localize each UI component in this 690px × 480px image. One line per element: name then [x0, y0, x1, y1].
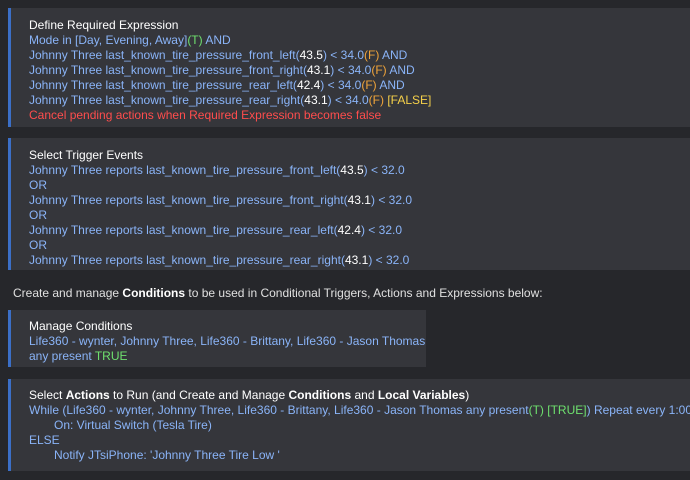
- event-threshold: ) < 32.0: [363, 163, 405, 177]
- on-virtual-switch-action: On: Virtual Switch (Tesla Tire): [54, 418, 212, 432]
- condition-value: 42.4: [296, 78, 321, 92]
- event-text: Johnny Three reports last_known_tire_pre…: [29, 253, 345, 267]
- event-value: 43.5: [340, 163, 364, 177]
- actions-panel[interactable]: Select Actions to Run (and Create and Ma…: [8, 379, 690, 471]
- event-value: 42.4: [337, 223, 361, 237]
- event-threshold: ) < 32.0: [368, 253, 410, 267]
- actions-title-bold: Conditions: [288, 388, 352, 402]
- trigger-event-rear-left: Johnny Three reports last_known_tire_pre…: [29, 223, 690, 238]
- intro-text-start: Create and manage: [13, 286, 123, 300]
- trigger-event-rear-right: Johnny Three reports last_known_tire_pre…: [29, 253, 690, 268]
- intro-text-bold: Conditions: [122, 286, 186, 300]
- condition-join: AND: [376, 78, 405, 92]
- condition-join: AND: [386, 63, 415, 77]
- else-label: ELSE: [29, 433, 60, 447]
- notify-action: Notify JTsiPhone: 'Johnny Three Tire Low…: [54, 448, 280, 462]
- actions-title-part: Select: [29, 388, 66, 402]
- condition-result: (F): [364, 48, 380, 62]
- event-text: Johnny Three reports last_known_tire_pre…: [29, 193, 348, 207]
- trigger-event-front-left: Johnny Three reports last_known_tire_pre…: [29, 163, 690, 178]
- while-condition-bool: [TRUE]: [543, 403, 587, 417]
- or-separator: OR: [29, 178, 47, 192]
- actions-title-part: ): [465, 388, 470, 402]
- actions-title-part: to Run (and Create and Manage: [109, 388, 289, 402]
- actions-title-bold: Local Variables: [377, 388, 466, 402]
- condition-result: (F): [361, 78, 377, 92]
- manage-conditions-devices: Life360 - wynter, Johnny Three, Life360 …: [29, 334, 426, 348]
- event-threshold: ) < 32.0: [370, 193, 413, 207]
- cancel-pending-actions-option: Cancel pending actions when Required Exp…: [29, 108, 382, 122]
- expression-final-result: [FALSE]: [383, 93, 432, 107]
- event-value: 43.1: [344, 253, 369, 267]
- conditions-intro-text: Create and manage Conditions to be used …: [13, 286, 543, 301]
- manage-conditions-panel[interactable]: Manage Conditions Life360 - wynter, John…: [8, 310, 426, 367]
- actions-title: Select Actions to Run (and Create and Ma…: [29, 388, 690, 403]
- condition-text: Johnny Three last_known_tire_pressure_re…: [29, 93, 305, 107]
- event-text: Johnny Three reports last_known_tire_pre…: [29, 223, 338, 237]
- trigger-event-front-right: Johnny Three reports last_known_tire_pre…: [29, 193, 690, 208]
- while-condition-result: (T): [528, 403, 544, 417]
- required-condition-rear-left: Johnny Three last_known_tire_pressure_re…: [29, 78, 690, 93]
- actions-title-bold: Actions: [65, 388, 110, 402]
- mode-condition-join: AND: [202, 33, 231, 47]
- condition-result: (F): [368, 93, 384, 107]
- while-action: While (Life360 - wynter, Johnny Three, L…: [29, 403, 690, 418]
- condition-text: Johnny Three last_known_tire_pressure_fr…: [29, 63, 307, 77]
- event-value: 43.1: [347, 193, 371, 207]
- or-separator: OR: [29, 208, 47, 222]
- condition-value: 43.5: [299, 48, 323, 62]
- trigger-events-panel[interactable]: Select Trigger Events Johnny Three repor…: [8, 138, 690, 270]
- mode-condition: Mode in [Day, Evening, Away](T) AND: [29, 33, 690, 48]
- condition-threshold: ) < 34.0: [330, 63, 372, 77]
- actions-title-part: and: [351, 388, 378, 402]
- intro-text-end: to be used in Conditional Triggers, Acti…: [185, 286, 543, 300]
- condition-state-text: any present: [29, 349, 95, 363]
- mode-condition-text: Mode in [Day, Evening, Away]: [29, 33, 188, 47]
- condition-value: 43.1: [304, 93, 328, 107]
- condition-value: 43.1: [306, 63, 331, 77]
- condition-text: Johnny Three last_known_tire_pressure_re…: [29, 78, 297, 92]
- condition-text: Johnny Three last_known_tire_pressure_fr…: [29, 48, 300, 62]
- manage-conditions-title: Manage Conditions: [29, 319, 133, 333]
- condition-join: AND: [379, 48, 408, 62]
- while-repeat-text: ) Repeat every 1:00:00: [586, 403, 690, 417]
- condition-threshold: ) < 34.0: [320, 78, 362, 92]
- trigger-events-title: Select Trigger Events: [29, 148, 144, 162]
- while-condition-text: While (Life360 - wynter, Johnny Three, L…: [29, 403, 529, 417]
- required-expression-title: Define Required Expression: [29, 18, 179, 32]
- or-separator: OR: [29, 238, 47, 252]
- required-condition-rear-right: Johnny Three last_known_tire_pressure_re…: [29, 93, 690, 108]
- required-condition-front-left: Johnny Three last_known_tire_pressure_fr…: [29, 48, 690, 63]
- manage-conditions-state: any present TRUE: [29, 349, 426, 364]
- condition-threshold: ) < 34.0: [322, 48, 364, 62]
- condition-result: (F): [371, 63, 387, 77]
- event-threshold: ) < 32.0: [360, 223, 402, 237]
- condition-threshold: ) < 34.0: [327, 93, 369, 107]
- required-condition-front-right: Johnny Three last_known_tire_pressure_fr…: [29, 63, 690, 78]
- mode-condition-result: (T): [187, 33, 203, 47]
- condition-state-result: TRUE: [94, 349, 128, 363]
- required-expression-panel[interactable]: Define Required Expression Mode in [Day,…: [8, 8, 690, 127]
- event-text: Johnny Three reports last_known_tire_pre…: [29, 163, 341, 177]
